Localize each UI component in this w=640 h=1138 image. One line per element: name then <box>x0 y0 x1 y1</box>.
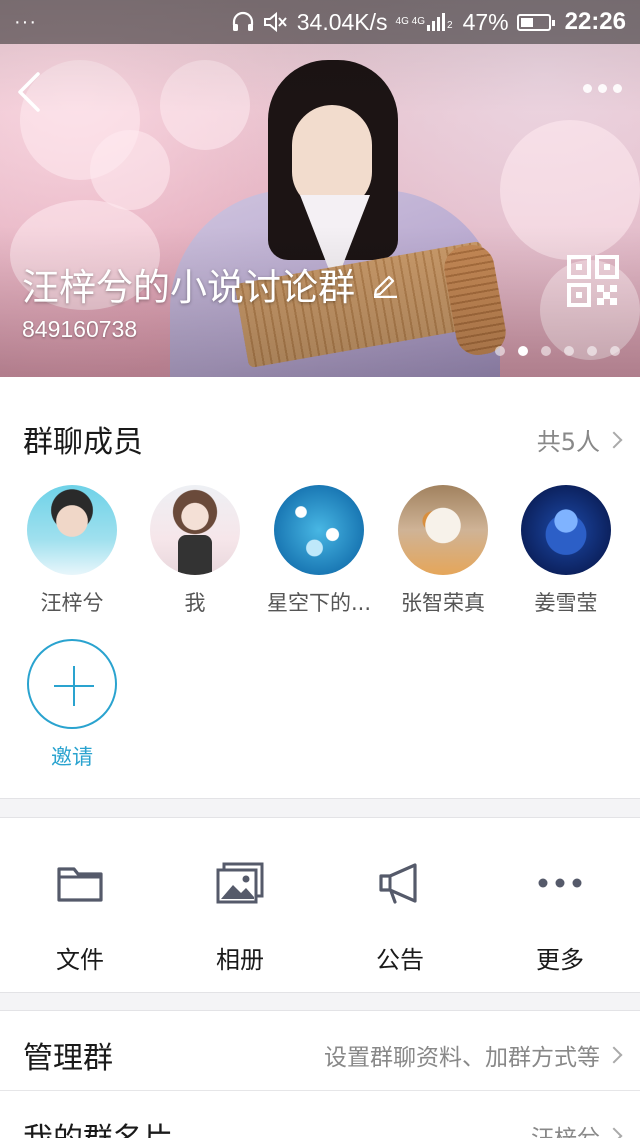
qr-code-button[interactable] <box>567 255 619 307</box>
carousel-dot[interactable] <box>564 346 574 356</box>
member-name: 我 <box>184 591 206 615</box>
members-header[interactable]: 群聊成员 共5人 <box>0 377 640 495</box>
album-button[interactable]: 相册 <box>160 818 320 992</box>
banner-carousel-indicator[interactable] <box>495 346 620 356</box>
group-name: 汪梓兮的小说讨论群 <box>22 266 355 309</box>
chevron-left-icon <box>18 72 40 112</box>
member-name: 姜雪莹 <box>534 591 598 615</box>
group-header-banner: ··· 34.04K/s 4G 4G 2 47% 22:26 汪梓兮的小说讨论群 <box>0 0 640 377</box>
notification-overflow: ··· <box>14 10 37 33</box>
avatar <box>521 485 611 575</box>
signal-icon: 4G 4G 2 <box>396 13 455 31</box>
clock: 22:26 <box>564 8 626 35</box>
network-type: 4G 4G <box>395 16 425 27</box>
group-id: 849160738 <box>22 316 138 342</box>
invite-label: 邀请 <box>51 745 93 769</box>
my-group-card-value: 汪梓兮 <box>531 1119 623 1138</box>
more-label: 更多 <box>536 946 584 974</box>
member-name: 张智荣真 <box>401 591 485 615</box>
carousel-dot[interactable] <box>587 346 597 356</box>
member-item[interactable]: 姜雪莹 <box>504 485 628 617</box>
more-button[interactable]: 更多 <box>480 818 640 992</box>
member-item[interactable]: 我 <box>133 485 257 617</box>
files-button[interactable]: 文件 <box>0 818 160 992</box>
my-group-card-row[interactable]: 我的群名片 汪梓兮 <box>0 1092 640 1138</box>
member-name: 星空下的... <box>266 591 372 615</box>
plus-icon <box>27 639 117 729</box>
mute-icon <box>263 11 289 33</box>
carousel-dot[interactable] <box>610 346 620 356</box>
carousel-dot[interactable] <box>495 346 505 356</box>
group-actions: 文件 相册 公告 更多 <box>0 818 640 992</box>
more-icon <box>535 860 585 906</box>
folder-icon <box>55 860 105 906</box>
announcement-label: 公告 <box>376 946 424 974</box>
member-item[interactable]: 汪梓兮 <box>10 485 134 617</box>
headphones-icon <box>231 11 255 33</box>
members-title: 群聊成员 <box>23 425 143 460</box>
carousel-dot[interactable] <box>518 346 528 356</box>
files-label: 文件 <box>56 946 104 974</box>
status-bar: ··· 34.04K/s 4G 4G 2 47% 22:26 <box>0 0 640 44</box>
manage-group-value: 设置群聊资料、加群方式等 <box>324 1038 623 1072</box>
announcement-button[interactable]: 公告 <box>320 818 480 992</box>
my-group-card-title: 我的群名片 <box>23 1114 173 1138</box>
member-count[interactable]: 共5人 <box>536 422 623 457</box>
qr-code-icon <box>567 255 619 307</box>
my-group-card-name: 汪梓兮 <box>531 1119 600 1138</box>
edit-icon[interactable] <box>371 270 399 298</box>
chevron-right-icon <box>605 1046 623 1064</box>
chevron-right-icon <box>605 431 623 448</box>
album-label: 相册 <box>216 946 264 974</box>
member-item[interactable]: 张智荣真 <box>381 485 505 617</box>
manage-group-hint: 设置群聊资料、加群方式等 <box>324 1045 600 1071</box>
back-button[interactable] <box>12 70 52 114</box>
network-speed: 34.04K/s <box>296 8 388 35</box>
sim-index: 2 <box>447 20 453 31</box>
manage-group-title: 管理群 <box>23 1041 113 1076</box>
member-name: 汪梓兮 <box>40 591 104 615</box>
avatar <box>274 485 364 575</box>
members-section: 群聊成员 共5人 汪梓兮 我 星空下的... 张智荣真 姜雪莹 邀请 <box>0 377 640 798</box>
avatar <box>27 485 117 575</box>
banner-menu-dots[interactable] <box>583 84 622 93</box>
member-item[interactable]: 星空下的... <box>257 485 381 617</box>
battery-percent: 47% <box>462 8 509 35</box>
member-count-label: 共5人 <box>536 428 600 456</box>
section-divider <box>0 992 640 1011</box>
avatar <box>398 485 488 575</box>
megaphone-icon <box>375 860 425 906</box>
album-icon <box>215 860 265 906</box>
chevron-right-icon <box>605 1127 623 1138</box>
carousel-dot[interactable] <box>541 346 551 356</box>
invite-button[interactable]: 邀请 <box>10 639 134 771</box>
section-divider <box>0 798 640 818</box>
group-name-row[interactable]: 汪梓兮的小说讨论群 <box>22 257 399 311</box>
battery-icon <box>516 13 555 31</box>
manage-group-row[interactable]: 管理群 设置群聊资料、加群方式等 <box>0 1011 640 1091</box>
avatar <box>150 485 240 575</box>
